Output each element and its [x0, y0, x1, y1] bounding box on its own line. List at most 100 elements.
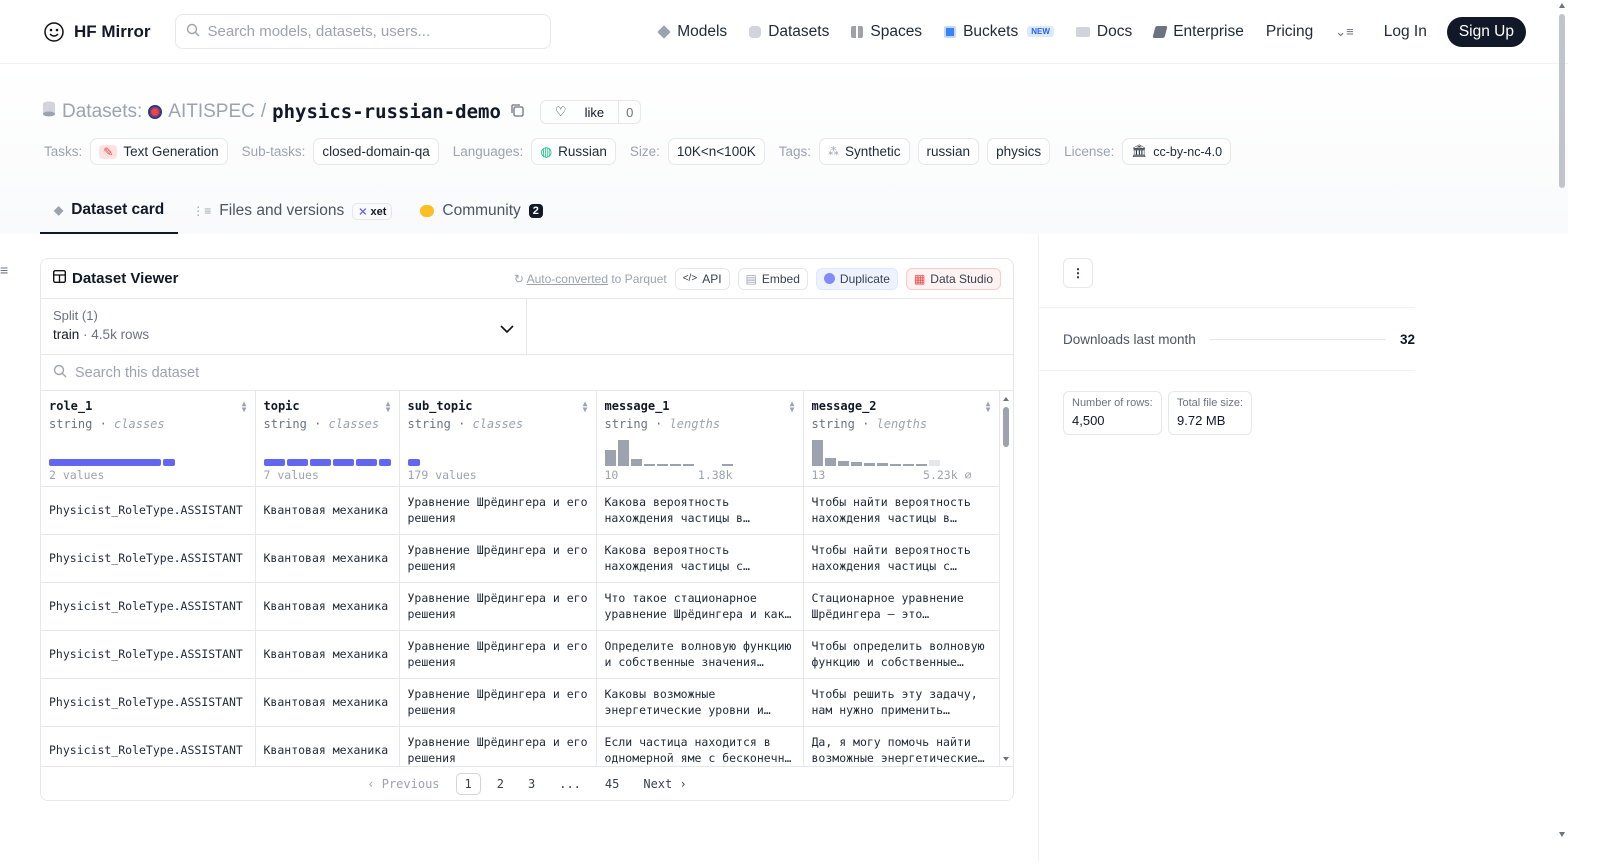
data-studio-button[interactable]: ▦ Data Studio [905, 267, 1001, 290]
class-distribution-bar[interactable] [263, 458, 391, 466]
table-row[interactable]: Physicist_RoleType.ASSISTANT Квантовая ме… [41, 486, 1000, 535]
table-row[interactable]: Physicist_RoleType.ASSISTANT Квантовая ме… [41, 678, 1000, 727]
login-link[interactable]: Log In [1384, 23, 1427, 41]
tag-language[interactable]: ◍ Russian [531, 138, 616, 165]
cell[interactable]: Уравнение Шрёдингера и его решения [399, 630, 597, 679]
like-button[interactable]: ♡ like 0 [539, 100, 642, 124]
tag-synthetic[interactable]: ⁂ Synthetic [819, 138, 910, 165]
search-input[interactable]: Search models, datasets, users... [174, 14, 551, 49]
cell[interactable]: Определите волновую функцию и собственны… [596, 630, 804, 679]
nav-datasets[interactable]: Datasets [749, 23, 829, 41]
sort-icon[interactable]: ▲ ▼ [583, 400, 588, 414]
class-distribution-bar[interactable] [49, 458, 175, 466]
cell[interactable]: Уравнение Шрёдингера и его решения [399, 534, 597, 583]
more-options-icon[interactable]: ⋮ [1063, 258, 1093, 288]
org-link[interactable]: AITISPEC [168, 101, 255, 123]
cell[interactable]: Уравнение Шрёдингера и его решения [399, 678, 597, 727]
duplicate-button[interactable]: Duplicate [815, 267, 898, 290]
cell[interactable]: Квантовая механика [255, 630, 400, 679]
column-header-sub-topic[interactable]: sub_topic string · classes ▲ ▼ 179 values [399, 391, 597, 487]
cell[interactable]: Уравнение Шрёдингера и его решения [399, 582, 597, 631]
nav-models[interactable]: Models [657, 23, 727, 41]
sort-icon[interactable]: ▲ ▼ [790, 400, 795, 414]
copy-icon[interactable] [511, 101, 524, 123]
cell[interactable]: Квантовая механика [255, 678, 400, 727]
logo[interactable]: HF Mirror [42, 20, 151, 44]
tag-physics[interactable]: physics [987, 138, 1051, 165]
sort-icon[interactable]: ▲ ▼ [986, 400, 991, 414]
cell[interactable]: Уравнение Шрёдингера и его решения [399, 486, 597, 535]
tag-license[interactable]: 🏛 cc-by-nc-4.0 [1122, 138, 1232, 165]
tab-files[interactable]: ⋮≡ Files and versions ⨯ xet [178, 188, 406, 234]
viewer-title: Dataset Viewer [52, 269, 178, 287]
cell[interactable]: Стационарное уравнение Шрёдингера — это… [803, 582, 1000, 631]
dataset-search-input[interactable]: Search this dataset [41, 355, 1013, 391]
table-row[interactable]: Physicist_RoleType.ASSISTANT Квантовая ме… [41, 726, 1000, 767]
cell[interactable]: Какова вероятность нахождения частицы с… [596, 534, 804, 583]
cell[interactable]: Каковы возможные энергетические уровни и… [596, 678, 804, 727]
nav-enterprise[interactable]: Enterprise [1152, 23, 1244, 41]
nav-buckets[interactable]: Buckets NEW [944, 23, 1054, 41]
tab-community[interactable]: Community 2 [406, 188, 557, 234]
cell[interactable]: Physicist_RoleType.ASSISTANT [41, 678, 256, 727]
cell[interactable]: Physicist_RoleType.ASSISTANT [41, 630, 256, 679]
cell[interactable]: Physicist_RoleType.ASSISTANT [41, 534, 256, 583]
column-header-message-2[interactable]: message_2 string · lengths ▲ ▼ 13 5.23k ⌀ [803, 391, 1000, 487]
cell[interactable]: Что такое стационарное уравнение Шрёдинг… [596, 582, 804, 631]
tag-russian[interactable]: russian [917, 138, 980, 165]
viewer-header: Dataset Viewer ↻ Auto-converted to Parqu… [41, 259, 1013, 299]
repo-name[interactable]: physics-russian-demo [272, 101, 501, 123]
cell[interactable]: Квантовая механика [255, 582, 400, 631]
cell[interactable]: Уравнение Шрёдингера и его решения [399, 726, 597, 767]
cell[interactable]: Physicist_RoleType.ASSISTANT [41, 486, 256, 535]
sort-icon[interactable]: ▲ ▼ [242, 400, 247, 414]
signup-button[interactable]: Sign Up [1446, 16, 1526, 47]
sort-icon[interactable]: ▲ ▼ [386, 400, 391, 414]
page-scrollbar[interactable] [1556, 0, 1568, 861]
table-row[interactable]: Physicist_RoleType.ASSISTANT Квантовая ме… [41, 534, 1000, 583]
nav-pricing[interactable]: Pricing [1266, 23, 1313, 41]
api-button[interactable]: </> API [674, 267, 730, 290]
page-1-button[interactable]: 1 [455, 772, 481, 795]
cell[interactable]: Квантовая механика [255, 486, 400, 535]
cell[interactable]: Квантовая механика [255, 534, 400, 583]
cell[interactable]: Если частица находится в одномерной яме … [596, 726, 804, 767]
toc-toggle-icon[interactable]: ≡ [0, 262, 8, 278]
api-label: API [702, 271, 722, 286]
search-icon [186, 23, 200, 41]
previous-page-button[interactable]: ‹ Previous [359, 774, 447, 794]
column-header-topic[interactable]: topic string · classes ▲ ▼ 7 values [255, 391, 400, 487]
cell[interactable]: Physicist_RoleType.ASSISTANT [41, 582, 256, 631]
tag-task[interactable]: ✎ Text Generation [90, 138, 228, 165]
column-header-role-1[interactable]: role_1 string · classes ▲ ▼ 2 values [41, 391, 256, 487]
cell[interactable]: Physicist_RoleType.ASSISTANT [41, 726, 256, 767]
auto-converted-link[interactable]: Auto-converted [527, 272, 608, 286]
tab-dataset-card[interactable]: ◆ Dataset card [40, 188, 179, 234]
page-2-button[interactable]: 2 [489, 774, 512, 794]
table-scrollbar[interactable] [1002, 395, 1010, 765]
tag-size[interactable]: 10K<n<100K [667, 138, 765, 165]
length-histogram[interactable] [811, 436, 940, 466]
cell[interactable]: Чтобы решить эту задачу, нам нужно приме… [803, 678, 1000, 727]
next-page-button[interactable]: Next › [635, 774, 694, 794]
length-histogram[interactable] [604, 436, 733, 466]
nav-spaces[interactable]: Spaces [851, 23, 922, 41]
embed-button[interactable]: ▤ Embed [737, 267, 808, 290]
table-row[interactable]: Physicist_RoleType.ASSISTANT Квантовая ме… [41, 582, 1000, 631]
org-avatar[interactable] [148, 105, 163, 119]
tag-subtask[interactable]: closed-domain-qa [313, 138, 439, 165]
nav-docs[interactable]: Docs [1075, 23, 1132, 41]
cell[interactable]: Какова вероятность нахождения частицы в… [596, 486, 804, 535]
table-row[interactable]: Physicist_RoleType.ASSISTANT Квантовая ме… [41, 630, 1000, 679]
page-45-button[interactable]: 45 [597, 774, 627, 794]
split-select[interactable]: Split (1) train · 4.5k rows [41, 299, 527, 354]
cell[interactable]: Чтобы определить волновую функцию и собс… [803, 630, 1000, 679]
cell[interactable]: Да, я могу помочь найти возможные энерге… [803, 726, 1000, 767]
more-menu-icon[interactable]: ⌄≡ [1335, 24, 1353, 40]
page-3-button[interactable]: 3 [520, 774, 543, 794]
cell[interactable]: Чтобы найти вероятность нахождения части… [803, 534, 1000, 583]
class-distribution-bar[interactable] [407, 458, 420, 466]
cell[interactable]: Квантовая механика [255, 726, 400, 767]
cell[interactable]: Чтобы найти вероятность нахождения части… [803, 486, 1000, 535]
column-header-message-1[interactable]: message_1 string · lengths ▲ ▼ 10 1.38k [596, 391, 804, 487]
